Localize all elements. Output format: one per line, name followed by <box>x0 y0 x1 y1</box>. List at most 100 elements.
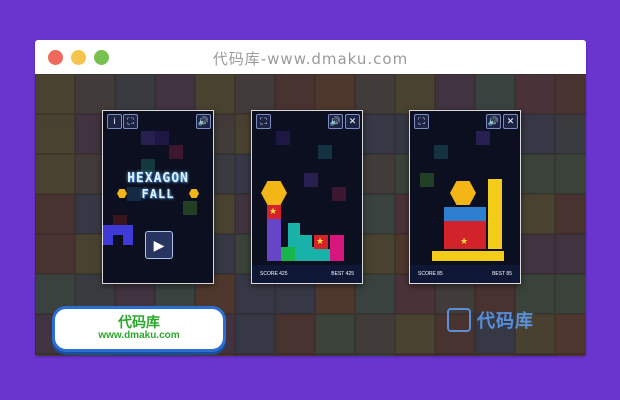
red-block <box>472 221 486 235</box>
watermark: 代码库 <box>447 306 534 334</box>
game-title-hexagon: HEXAGON <box>127 171 189 186</box>
purple-block <box>267 247 281 261</box>
background-tile <box>155 74 195 114</box>
fullscreen-button[interactable]: ⛶ <box>414 114 429 129</box>
background-tile <box>395 354 435 356</box>
star-icon: ★ <box>269 206 278 216</box>
background-tile <box>555 274 586 314</box>
background-tile <box>195 354 235 356</box>
background-tile <box>395 74 435 114</box>
yellow-block <box>488 179 502 193</box>
background-tile <box>355 74 395 114</box>
game-stage: i ⛶ 🔊 HEXAGON FALL ▶ ⛶ 🔊 ✕ ★ ★ SCORE 425… <box>35 74 586 356</box>
background-tile <box>515 354 555 356</box>
teal-block <box>288 235 300 247</box>
yellow-row <box>432 251 504 261</box>
bg-block <box>276 131 290 145</box>
background-tile <box>235 74 275 114</box>
play-button[interactable]: ▶ <box>145 231 173 259</box>
background-tile <box>555 114 586 154</box>
close-button[interactable]: ✕ <box>503 114 518 129</box>
bg-block <box>183 201 197 215</box>
fullscreen-button[interactable]: ⛶ <box>123 114 138 129</box>
background-tile <box>75 74 115 114</box>
red-block <box>444 235 458 249</box>
watermark-text: 代码库 <box>477 311 534 331</box>
background-tile <box>275 314 315 354</box>
yellow-block <box>488 221 502 235</box>
background-tile <box>35 354 75 356</box>
fullscreen-button[interactable]: ⛶ <box>256 114 271 129</box>
bg-block <box>332 187 346 201</box>
background-tile <box>555 314 586 354</box>
background-tile <box>315 74 355 114</box>
best-label: BEST 425 <box>331 271 354 277</box>
score-label: SCORE 85 <box>418 271 443 277</box>
background-tile <box>515 114 555 154</box>
window-titlebar: 代码库-www.dmaku.com <box>35 40 586 74</box>
hexagon-piece <box>261 181 287 205</box>
blue-block <box>444 207 458 221</box>
background-tile <box>555 154 586 194</box>
background-tile <box>275 354 315 356</box>
background-tile <box>155 354 195 356</box>
game-title-fall: FALL <box>141 187 175 201</box>
background-tile <box>435 74 475 114</box>
pink-block <box>330 249 344 261</box>
background-tile <box>475 74 515 114</box>
info-button[interactable]: i <box>107 114 122 129</box>
purple-block <box>103 225 133 235</box>
background-tile <box>75 354 115 356</box>
yellow-block <box>488 193 502 207</box>
background-tile <box>555 234 586 274</box>
bg-block <box>434 145 448 159</box>
background-tile <box>275 74 315 114</box>
play-icon: ▶ <box>153 237 165 253</box>
window-title: 代码库-www.dmaku.com <box>212 50 409 68</box>
yellow-block <box>488 235 502 249</box>
bg-block <box>476 131 490 145</box>
background-tile <box>435 354 475 356</box>
red-block <box>458 221 472 235</box>
purple-block <box>103 235 113 245</box>
background-tile <box>195 74 235 114</box>
purple-block <box>123 235 133 245</box>
background-tile <box>355 354 395 356</box>
background-tile <box>115 354 155 356</box>
best-label: BEST 85 <box>492 271 512 277</box>
yellow-block <box>488 207 502 221</box>
background-tile <box>515 74 555 114</box>
purple-block <box>267 219 281 233</box>
background-tile <box>395 314 435 354</box>
sound-button[interactable]: 🔊 <box>486 114 501 129</box>
bg-block <box>155 131 169 145</box>
red-block <box>472 235 486 249</box>
star-icon: ★ <box>460 236 469 246</box>
background-tile <box>555 74 586 114</box>
background-tile <box>115 74 155 114</box>
close-button[interactable]: ✕ <box>345 114 360 129</box>
background-tile <box>515 194 555 234</box>
bg-block <box>304 173 318 187</box>
game-panel-score-425: ⛶ 🔊 ✕ ★ ★ SCORE 425 BEST 425 <box>251 110 363 284</box>
background-tile <box>35 154 75 194</box>
background-tile <box>515 234 555 274</box>
star-icon: ★ <box>316 236 325 246</box>
sound-button[interactable]: 🔊 <box>328 114 343 129</box>
background-tile <box>315 354 355 356</box>
teal-block <box>295 247 309 261</box>
background-tile <box>35 194 75 234</box>
background-tile <box>475 354 515 356</box>
logo-url-text: www.dmaku.com <box>98 330 180 341</box>
bg-block <box>318 145 332 159</box>
background-tile <box>235 354 275 356</box>
teal-block <box>288 223 300 235</box>
bg-block <box>420 173 434 187</box>
background-tile <box>515 154 555 194</box>
sound-button[interactable]: 🔊 <box>196 114 211 129</box>
score-label: SCORE 425 <box>260 271 288 277</box>
pink-block <box>330 235 344 249</box>
background-tile <box>35 234 75 274</box>
purple-block <box>267 233 281 247</box>
site-logo-button[interactable]: 代码库 www.dmaku.com <box>52 306 226 352</box>
